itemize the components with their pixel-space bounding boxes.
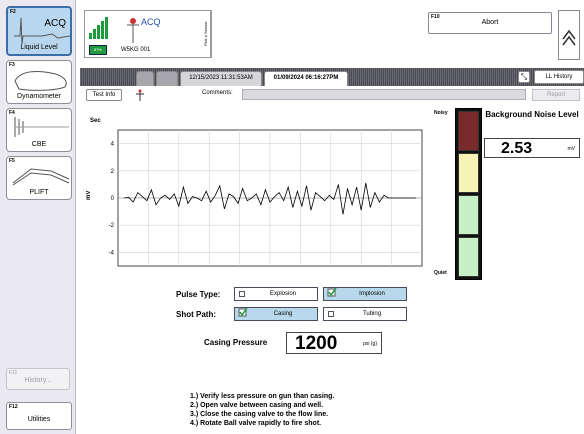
checkbox-icon [239,291,245,297]
chevron-up-icon [562,29,576,46]
casing-pressure-label: Casing Pressure [204,338,268,347]
acq-badge: ACQ [141,17,161,27]
meter-segment-low [458,195,479,235]
y-tick-label: -2 [109,223,115,229]
acoustic-trace-chart: Sec mV 4 2 0 -2 -4 [86,118,423,267]
well-card[interactable]: 87% ACQ W5KG 001 Pick a Sensor [84,10,212,58]
option-label: Explosion [269,291,296,297]
sidebar-item-label: Liquid Level [20,44,58,51]
sidebar-item-label: Dynamometer [17,93,61,100]
sidebar-item-plift[interactable]: F5 PLIFT [6,156,72,200]
checkbox-icon [328,311,334,317]
toolbar: Test Info Comments: Report [80,88,584,102]
tab-test-current[interactable]: 01/09/2024 06:16:27PM [264,71,348,86]
option-label: Casing [273,311,293,317]
utilities-button[interactable]: F12 Utilities [6,402,72,430]
sidebar-item-cbe[interactable]: F4 CBE [6,108,72,152]
signal-strength-icon [89,15,108,39]
expand-icon[interactable]: ⤡ [518,71,530,83]
tab-dim-1[interactable] [136,71,154,86]
top-bar: 87% ACQ W5KG 001 Pick a Sensor F10 Abort [78,0,584,66]
scroll-up-button[interactable] [558,10,580,60]
casing-pressure-unit: psi (g) [363,341,377,347]
meter-segment-noisy [458,111,479,151]
comments-input[interactable] [242,89,526,100]
abort-button[interactable]: F10 Abort [428,12,552,34]
background-noise-value-box: 2.53 mV [484,138,580,158]
y-unit-top: Sec [90,118,101,124]
instruction-step: 2.) Open valve between casing and well. [190,402,324,409]
sidebar-item-label: PLIFT [29,189,49,196]
instruction-step: 1.) Verify less pressure on gun than cas… [190,393,335,400]
dynamometer-card-icon [14,70,67,91]
sidebar-item-liquid-level[interactable]: F2 ACQ Liquid Level [6,6,72,56]
y-tick-label: 4 [111,142,115,148]
background-noise-title: Background Noise Level [485,110,579,119]
instruction-step: 3.) Close the casing valve to the flow l… [190,411,329,418]
function-key-label: F12 [9,404,18,410]
check-icon [238,307,248,317]
tab-dim-2[interactable] [156,71,178,86]
option-label: Implosion [359,291,385,297]
shot-path-label: Shot Path: [176,310,216,319]
abort-label: Abort [481,19,499,26]
sensor-tag[interactable]: Pick a Sensor [201,11,211,57]
noisy-label: Noisy [434,110,448,116]
utilities-label: Utilities [27,416,51,423]
tab-test-old[interactable]: 12/15/2023 11:31:53AM [180,71,262,86]
history-label: History... [24,377,52,384]
shot-path-casing[interactable]: Casing [234,307,318,321]
noise-level-meter [455,108,482,280]
meter-segment-quiet [458,237,479,277]
background-noise-unit: mV [567,146,576,152]
y-tick-label: 2 [111,169,115,175]
history-button[interactable]: F11 History... [6,368,70,390]
y-tick-labels: 4 2 0 -2 -4 [109,142,115,257]
sidebar-item-dynamometer[interactable]: F3 Dynamometer [6,60,72,104]
y-axis-label: mV [86,191,92,200]
battery-icon: 87% [89,45,107,55]
comments-label: Comments: [202,90,233,96]
pulse-type-implosion[interactable]: Implosion [323,287,407,301]
casing-pressure-value: 1200 [295,333,338,354]
ll-history-button[interactable]: LL History [534,70,584,84]
cbe-chart-icon [14,117,69,137]
sidebar: F2 ACQ Liquid Level F3 Dynamometer F4 CB… [0,0,76,434]
casing-pressure-field[interactable]: 1200 psi (g) [286,332,382,354]
function-key-label: F11 [9,370,18,376]
y-tick-label: -4 [109,250,115,256]
instruction-step: 4.) Rotate Ball valve rapidly to fire sh… [190,420,322,427]
well-name: W5KG 001 [121,47,151,53]
quiet-label: Quiet [434,270,447,276]
shot-path-tubing[interactable]: Tubing [323,307,407,321]
instructions-list: 1.) Verify less pressure on gun than cas… [190,392,334,428]
tab-strip: 12/15/2023 11:31:53AM 01/09/2024 06:16:2… [80,68,584,86]
acq-badge: ACQ [44,18,66,29]
check-icon [327,287,337,297]
pulse-type-explosion[interactable]: Explosion [234,287,318,301]
well-marker-icon[interactable] [134,88,146,102]
report-button[interactable]: Report [532,89,580,101]
sidebar-item-label: CBE [31,141,47,148]
background-noise-value: 2.53 [501,140,533,157]
test-info-button[interactable]: Test Info [86,89,122,101]
plift-icon [12,168,70,186]
y-tick-label: 0 [111,196,115,202]
option-label: Tubing [362,311,382,317]
meter-segment-moderate [458,153,479,193]
pulse-type-label: Pulse Type: [176,290,221,299]
